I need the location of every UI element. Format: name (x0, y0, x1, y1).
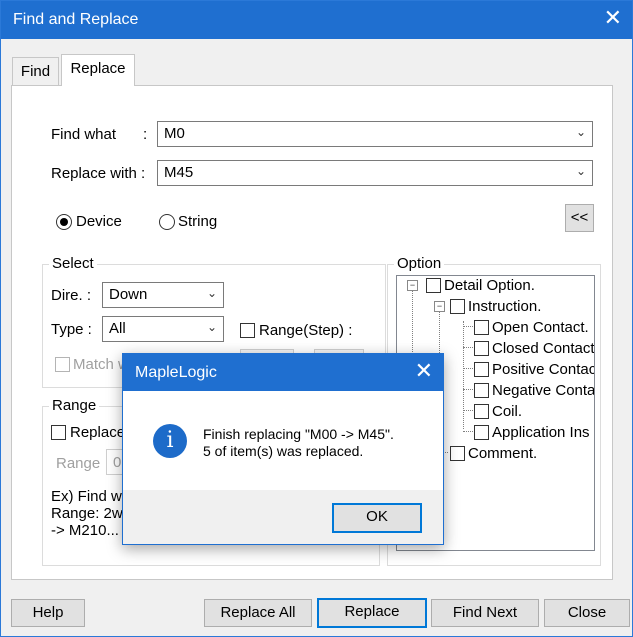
positive-contact-label: Positive Contac (492, 361, 595, 378)
detail-option-checkbox[interactable] (426, 278, 441, 293)
range-group-title: Range (49, 397, 100, 414)
direction-combo[interactable]: Down ⌄ (102, 282, 224, 308)
example-line-1: Ex) Find w (51, 488, 122, 505)
find-what-label: Find what (51, 126, 117, 143)
range-step-label: Range(Step) : (259, 322, 353, 339)
closed-contact-label: Closed Contact (492, 340, 595, 357)
positive-contact-checkbox[interactable] (474, 362, 489, 377)
collapse-button[interactable]: << (565, 204, 594, 232)
comment-checkbox[interactable] (450, 446, 465, 461)
negative-contact-label: Negative Conta (492, 382, 595, 399)
replace-with-combo[interactable]: M45 ⌄ (157, 160, 593, 186)
replace-with-value: M45 (164, 164, 194, 181)
device-label: Device (76, 213, 122, 230)
example-line-3: -> M210... (51, 522, 119, 539)
info-icon: i (153, 424, 187, 458)
title-bar: Find and Replace ✕ (1, 1, 632, 39)
direction-value: Down (109, 286, 148, 303)
open-contact-checkbox[interactable] (474, 320, 489, 335)
find-what-value: M0 (164, 125, 185, 142)
type-label: Type : (51, 321, 92, 338)
type-value: All (109, 320, 126, 337)
message-box-title: MapleLogic (135, 364, 217, 381)
close-icon[interactable]: ✕ (415, 360, 433, 382)
coil-label: Coil. (492, 403, 523, 420)
chevron-down-icon[interactable]: ⌄ (576, 164, 586, 178)
tab-replace[interactable]: Replace (61, 54, 135, 86)
window-title: Find and Replace (13, 11, 139, 28)
close-icon[interactable]: ✕ (604, 7, 622, 29)
find-next-button[interactable]: Find Next (431, 599, 539, 627)
ok-button[interactable]: OK (332, 503, 422, 533)
application-label: Application Ins (492, 424, 590, 441)
match-label: Match w (73, 356, 129, 373)
replace-button[interactable]: Replace (317, 598, 427, 628)
close-button[interactable]: Close (544, 599, 630, 627)
match-checkbox[interactable] (55, 357, 70, 372)
option-group-title: Option (394, 255, 445, 272)
find-what-colon: : (143, 126, 148, 143)
chevron-down-icon[interactable]: ⌄ (207, 286, 217, 300)
open-contact-label: Open Contact. (492, 319, 589, 336)
direction-label: Dire. : (51, 287, 92, 304)
range-label: Range (56, 455, 101, 472)
message-box-title-bar: MapleLogic ✕ (123, 354, 443, 391)
radio-dot (60, 218, 68, 226)
string-label: String (178, 213, 218, 230)
replace-range-checkbox[interactable] (51, 425, 66, 440)
closed-contact-checkbox[interactable] (474, 341, 489, 356)
detail-option-label: Detail Option. (444, 277, 535, 294)
type-combo[interactable]: All ⌄ (102, 316, 224, 342)
replace-all-button[interactable]: Replace All (204, 599, 312, 627)
tab-find-label: Find (20, 63, 51, 80)
message-box: MapleLogic ✕ i Finish replacing "M00 -> … (122, 353, 444, 545)
tab-replace-label: Replace (70, 60, 126, 77)
help-button[interactable]: Help (11, 599, 85, 627)
tab-find[interactable]: Find (12, 57, 59, 86)
chevron-down-icon[interactable]: ⌄ (207, 320, 217, 334)
message-line-1: Finish replacing "M00 -> M45". (203, 426, 394, 442)
device-radio[interactable] (56, 214, 72, 230)
message-line-2: 5 of item(s) was replaced. (203, 443, 364, 459)
string-radio[interactable] (159, 214, 175, 230)
find-what-combo[interactable]: M0 ⌄ (157, 121, 593, 147)
collapse-tree-icon[interactable]: − (434, 301, 445, 312)
collapse-tree-icon[interactable]: − (407, 280, 418, 291)
message-box-footer: OK (123, 490, 443, 544)
application-checkbox[interactable] (474, 425, 489, 440)
replace-range-label: Replace (70, 424, 126, 441)
example-line-2: Range: 2w (51, 505, 123, 522)
range-step-checkbox[interactable] (240, 323, 255, 338)
select-group-title: Select (49, 255, 97, 272)
replace-with-label: Replace with : (51, 165, 146, 182)
negative-contact-checkbox[interactable] (474, 383, 489, 398)
range-field-value: 0 (113, 454, 122, 471)
comment-label: Comment. (468, 445, 538, 462)
instruction-checkbox[interactable] (450, 299, 465, 314)
coil-checkbox[interactable] (474, 404, 489, 419)
chevron-down-icon[interactable]: ⌄ (576, 125, 586, 139)
instruction-label: Instruction. (468, 298, 542, 315)
